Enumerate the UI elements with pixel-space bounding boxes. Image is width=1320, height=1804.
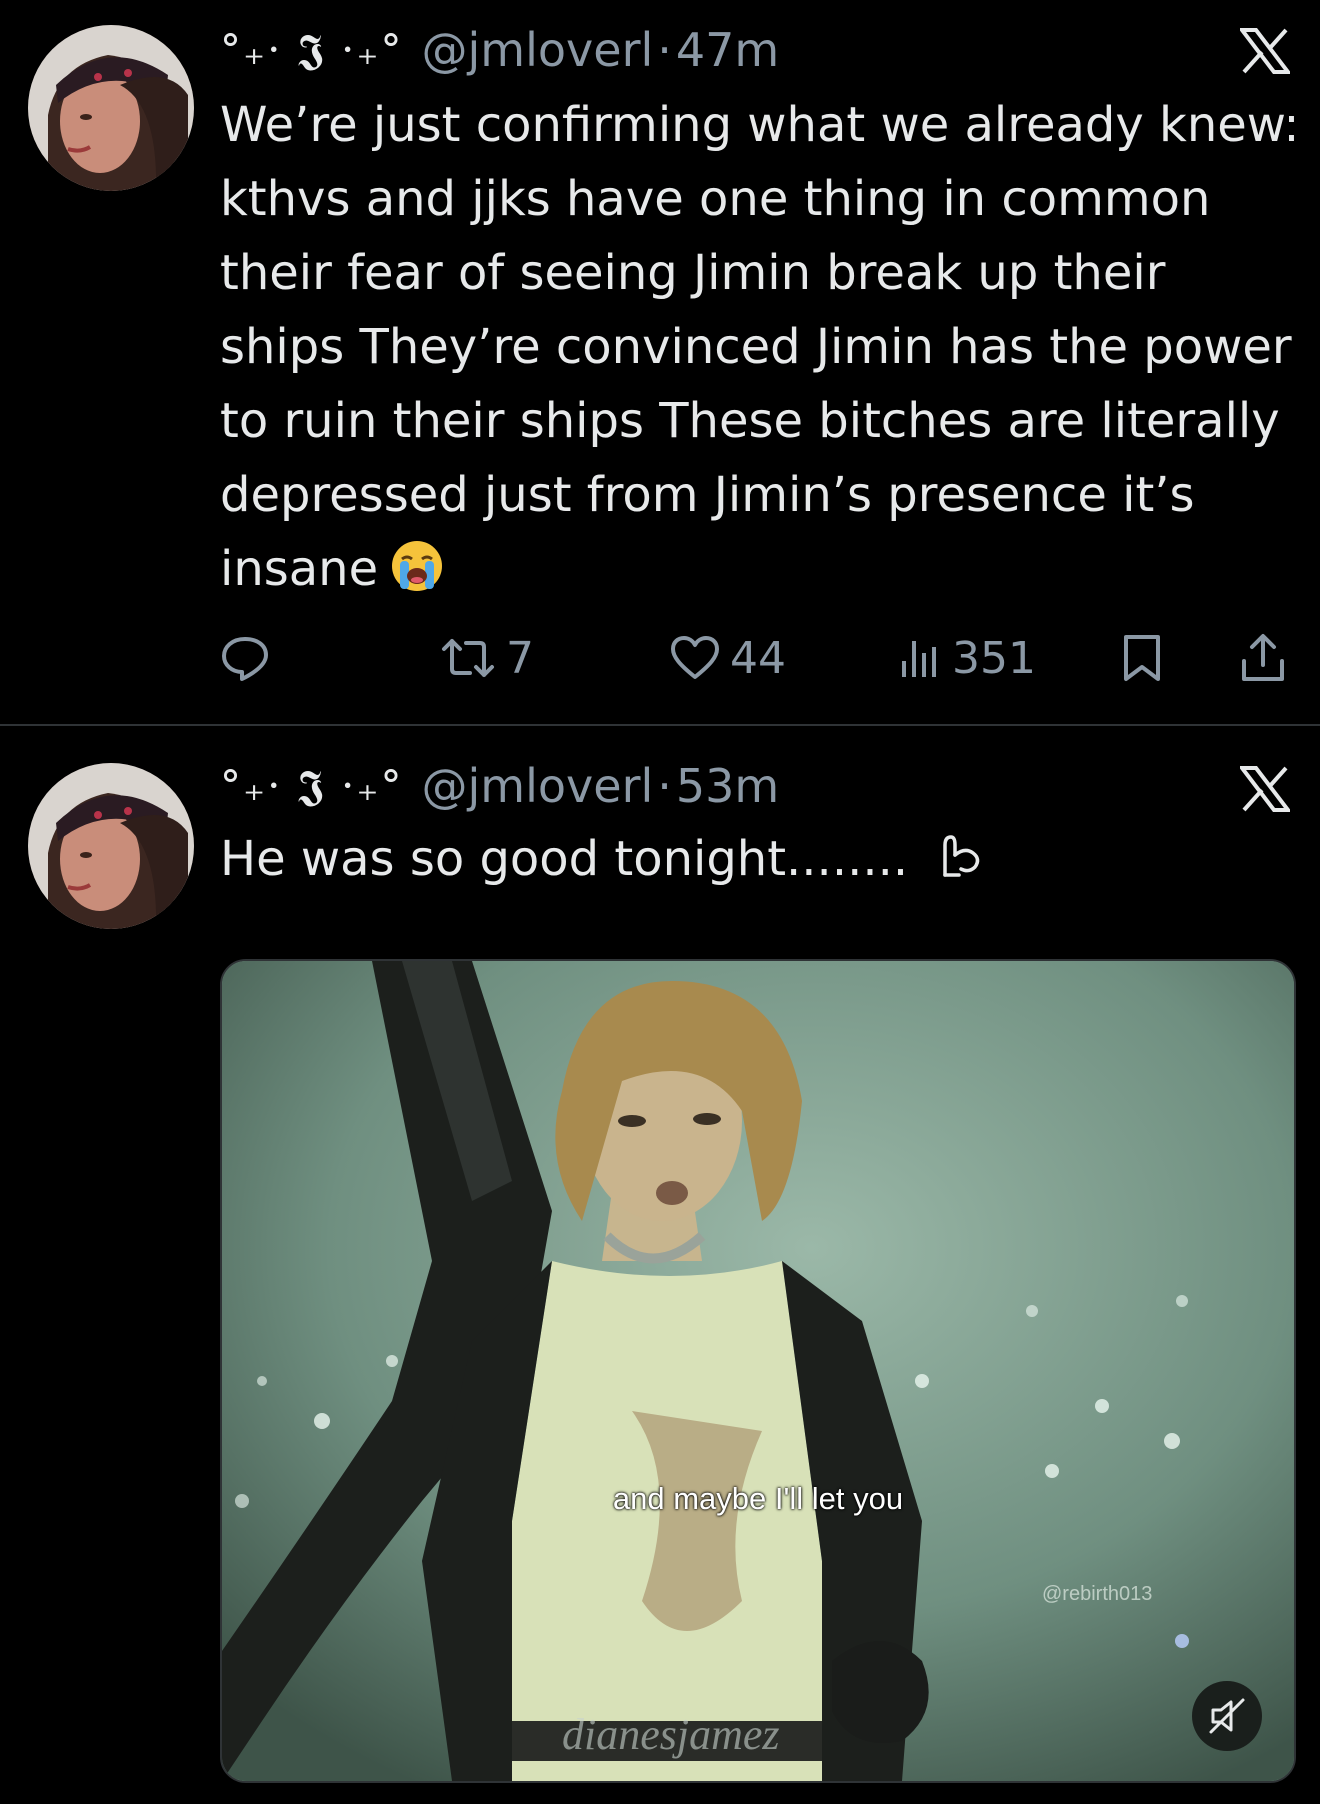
display-name[interactable]: °₊· 𝕵 ·₊° bbox=[220, 25, 404, 75]
loudly-crying-face-icon bbox=[390, 539, 444, 614]
separator-dot: · bbox=[657, 23, 672, 77]
heart-icon bbox=[671, 636, 719, 679]
user-handle[interactable]: @jmloverl bbox=[422, 759, 654, 813]
video-watermark-signature: dianesjamez bbox=[562, 1710, 780, 1759]
tweet-2[interactable]: °₊· 𝕵 ·₊° @jmloverl · 53m He was so good… bbox=[0, 726, 1320, 1804]
tweet-header: °₊· 𝕵 ·₊° @jmloverl · 47m bbox=[220, 20, 779, 80]
tweet-timestamp[interactable]: 53m bbox=[676, 759, 779, 813]
views-icon bbox=[902, 641, 936, 677]
tweet-text: We’re just confirming what we already kn… bbox=[220, 88, 1300, 614]
tweet-header: °₊· 𝕵 ·₊° @jmloverl · 53m bbox=[220, 756, 779, 816]
share-button[interactable] bbox=[1240, 628, 1286, 688]
video-frame bbox=[222, 961, 1294, 1781]
video-watermark-handle: @rebirth013 bbox=[1042, 1583, 1153, 1605]
share-icon bbox=[1242, 634, 1284, 681]
avatar-photo bbox=[28, 25, 194, 191]
view-count: 351 bbox=[952, 632, 1036, 684]
tweet-text-content: He was so good tonight........ bbox=[220, 831, 924, 887]
display-name[interactable]: °₊· 𝕵 ·₊° bbox=[220, 761, 404, 811]
retweet-icon bbox=[442, 639, 494, 677]
tweet-1[interactable]: °₊· 𝕵 ·₊° @jmloverl · 47m We’re just con… bbox=[0, 0, 1320, 724]
hand-gesture-icon bbox=[935, 829, 989, 904]
tweet-text-content: We’re just confirming what we already kn… bbox=[220, 97, 1315, 597]
mute-toggle-button[interactable] bbox=[1192, 1681, 1262, 1751]
bookmark-icon bbox=[1124, 635, 1160, 681]
separator-dot: · bbox=[657, 759, 672, 813]
avatar-photo bbox=[28, 763, 194, 929]
tweet-text: He was so good tonight........ bbox=[220, 822, 1300, 904]
user-handle[interactable]: @jmloverl bbox=[422, 23, 654, 77]
author-avatar[interactable] bbox=[28, 763, 194, 929]
tweet-timestamp[interactable]: 47m bbox=[676, 23, 779, 77]
x-logo-icon bbox=[1240, 28, 1290, 74]
tweet-actions: 7 44 351 bbox=[220, 628, 1300, 688]
like-button[interactable]: 44 bbox=[670, 628, 786, 688]
bookmark-button[interactable] bbox=[1120, 628, 1164, 688]
retweet-count: 7 bbox=[506, 632, 534, 684]
muted-speaker-icon bbox=[1209, 1698, 1245, 1734]
views-button[interactable]: 351 bbox=[896, 628, 1036, 688]
reply-icon bbox=[222, 637, 268, 681]
like-count: 44 bbox=[730, 632, 786, 684]
retweet-button[interactable]: 7 bbox=[440, 628, 534, 688]
x-logo-icon bbox=[1240, 766, 1290, 812]
author-avatar[interactable] bbox=[28, 25, 194, 191]
video-subtitle: and maybe I'll let you bbox=[612, 1481, 904, 1516]
reply-button[interactable] bbox=[220, 628, 280, 688]
tweet-media-video[interactable]: and maybe I'll let you @rebirth013 diane… bbox=[220, 959, 1296, 1783]
